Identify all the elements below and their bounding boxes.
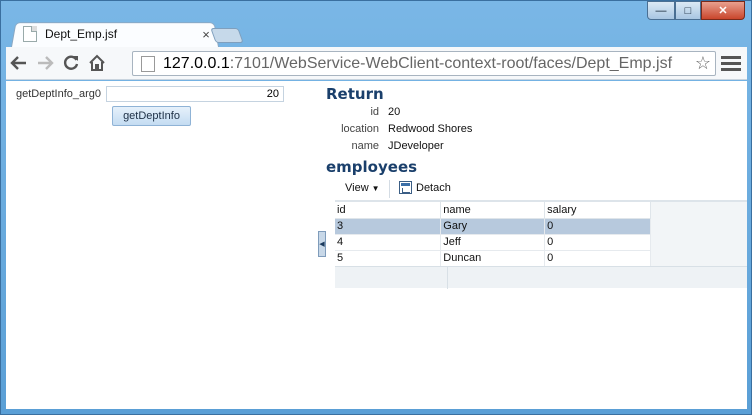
arrow-left-icon [10, 56, 26, 70]
dept-id-input[interactable] [106, 86, 284, 102]
column-header-name[interactable]: name [440, 202, 546, 219]
table-row[interactable]: 5 Duncan 0 [335, 250, 651, 267]
get-dept-info-button[interactable]: getDeptInfo [112, 106, 191, 126]
detach-label: Detach [416, 181, 451, 194]
page-icon [141, 55, 155, 72]
cell-name: Duncan [440, 250, 546, 267]
home-icon [89, 54, 105, 71]
cell-id: 5 [335, 250, 442, 267]
cell-id: 4 [335, 234, 442, 251]
back-button[interactable] [6, 50, 32, 76]
field-label-location: location [341, 123, 379, 135]
column-header-id[interactable]: id [335, 202, 442, 219]
return-heading: Return [326, 85, 384, 103]
star-icon[interactable]: ☆ [695, 53, 711, 74]
browser-toolbar: 127.0.0.1:7101/WebService-WebClient-cont… [6, 47, 747, 80]
toolbar-divider [389, 180, 390, 198]
hamburger-icon [721, 55, 741, 59]
employees-heading: employees [326, 158, 418, 176]
triangle-left-icon: ◀ [319, 241, 325, 248]
table-toolbar: View ▼ Detach [335, 177, 747, 201]
forward-button[interactable] [32, 50, 58, 76]
reload-button[interactable] [58, 50, 84, 76]
arrow-right-icon [38, 56, 54, 70]
cell-salary: 0 [544, 234, 651, 251]
browser-window: Dept_Emp.jsf × — □ ✕ 127.0.0.1:7101/WebS… [0, 0, 752, 415]
url-path: :7101/WebService-WebClient-context-root/… [229, 54, 673, 72]
caret-down-icon: ▼ [371, 184, 380, 193]
detach-button[interactable]: Detach [399, 181, 451, 194]
column-header-salary[interactable]: salary [544, 202, 651, 219]
view-label: View [345, 182, 369, 194]
collapse-panel-handle[interactable]: ◀ [318, 231, 326, 257]
field-label-id: id [370, 106, 379, 118]
table-row[interactable]: 3 Gary 0 [335, 218, 651, 235]
browser-menu-button[interactable] [721, 53, 741, 73]
cell-salary: 0 [544, 250, 651, 267]
cell-id: 3 [335, 218, 442, 235]
tab-strip: Dept_Emp.jsf × [1, 1, 752, 47]
field-value-location: Redwood Shores [388, 123, 473, 135]
home-button[interactable] [84, 50, 110, 76]
cell-name: Jeff [440, 234, 546, 251]
cell-name: Gary [440, 218, 546, 235]
address-bar[interactable]: 127.0.0.1:7101/WebService-WebClient-cont… [132, 51, 716, 76]
view-menu-button[interactable]: View ▼ [345, 182, 380, 194]
url-host: 127.0.0.1 [163, 54, 230, 72]
field-label-name: name [351, 140, 379, 152]
table-row[interactable]: 4 Jeff 0 [335, 234, 651, 251]
footer-divider [447, 267, 448, 289]
cell-salary: 0 [544, 218, 651, 235]
reload-icon [63, 55, 79, 70]
employees-table-container: id name salary 3 Gary 0 4 Jeff 0 5 Dunca… [335, 201, 747, 289]
field-value-id: 20 [388, 106, 401, 118]
close-window-button[interactable]: ✕ [701, 1, 745, 20]
param-label: getDeptInfo_arg0 [16, 88, 102, 100]
employees-table: id name salary 3 Gary 0 4 Jeff 0 5 Dunca… [335, 202, 651, 267]
page-icon [23, 26, 37, 42]
page-content: getDeptInfo_arg0 getDeptInfo Return id 2… [6, 81, 747, 409]
table-header-row: id name salary [335, 202, 651, 219]
new-tab-button[interactable] [210, 28, 244, 43]
minimize-button[interactable]: — [647, 1, 675, 20]
tab-title: Dept_Emp.jsf [45, 27, 118, 41]
table-footer [335, 266, 747, 289]
maximize-button[interactable]: □ [675, 1, 701, 20]
detach-icon [399, 181, 412, 194]
window-controls: — □ ✕ [647, 1, 745, 21]
field-value-name: JDeveloper [388, 140, 444, 152]
browser-tab-content[interactable]: Dept_Emp.jsf × [23, 25, 213, 43]
